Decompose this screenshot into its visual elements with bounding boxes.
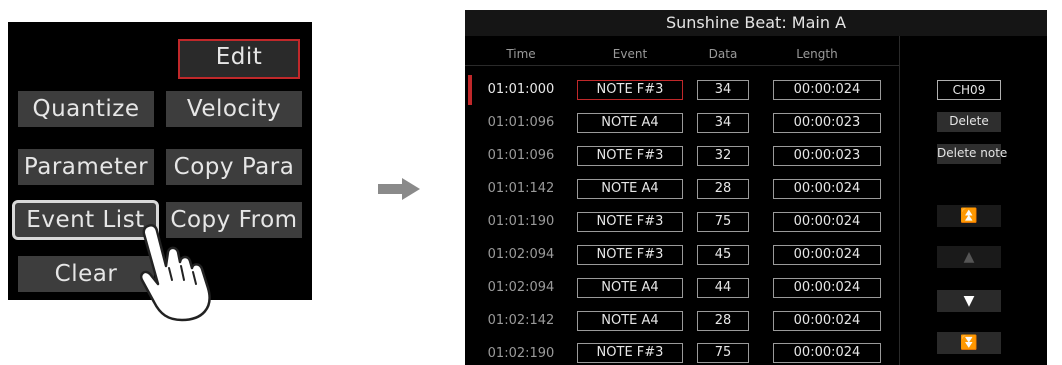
- time-cell: 01:02:142: [487, 313, 555, 328]
- column-header-time: Time: [506, 47, 536, 61]
- event-field[interactable]: NOTE F#3: [577, 343, 683, 363]
- length-field[interactable]: 00:00:024: [773, 311, 881, 331]
- column-header-event: Event: [612, 47, 648, 61]
- event-list-screen: Sunshine Beat: Main A Time Event Data Le…: [465, 10, 1047, 365]
- data-field[interactable]: 75: [697, 212, 749, 232]
- quantize-button[interactable]: Quantize: [18, 91, 154, 127]
- delete-button[interactable]: Delete: [937, 112, 1001, 132]
- clear-button[interactable]: Clear: [18, 256, 154, 292]
- edit-button[interactable]: Edit: [178, 39, 300, 79]
- time-cell: 01:01:190: [487, 214, 555, 229]
- page-up-icon: ⏫: [960, 208, 978, 224]
- copy-para-button[interactable]: Copy Para: [166, 149, 302, 185]
- page-up-button[interactable]: ⏫: [937, 205, 1001, 227]
- time-cell: 01:01:096: [487, 148, 555, 163]
- event-field[interactable]: NOTE F#3: [577, 212, 683, 232]
- page-down-icon: ⏬: [960, 335, 978, 351]
- time-cell: 01:02:094: [487, 247, 555, 262]
- header-divider: [465, 65, 899, 66]
- velocity-button[interactable]: Velocity: [166, 91, 302, 127]
- length-field[interactable]: 00:00:024: [773, 80, 881, 100]
- down-button[interactable]: ▼: [937, 290, 1001, 312]
- column-header-length: Length: [796, 47, 838, 61]
- data-field[interactable]: 75: [697, 343, 749, 363]
- up-icon: ▲: [963, 249, 975, 265]
- time-cell: 01:01:096: [487, 115, 555, 130]
- data-field[interactable]: 34: [697, 113, 749, 133]
- column-header-data: Data: [708, 47, 738, 61]
- data-field[interactable]: 34: [697, 80, 749, 100]
- time-cell: 01:01:000: [487, 82, 555, 97]
- delete-note-button[interactable]: Delete note: [937, 144, 1007, 164]
- time-cell: 01:01:142: [487, 181, 555, 196]
- edit-menu-panel: Edit Quantize Velocity Parameter Copy Pa…: [8, 22, 312, 322]
- screen-title: Sunshine Beat: Main A: [465, 10, 1047, 36]
- event-field[interactable]: NOTE F#3: [577, 80, 683, 100]
- data-field[interactable]: 28: [697, 311, 749, 331]
- event-field[interactable]: NOTE A4: [577, 179, 683, 199]
- time-cell: 01:02:094: [487, 280, 555, 295]
- event-field[interactable]: NOTE A4: [577, 113, 683, 133]
- length-field[interactable]: 00:00:024: [773, 212, 881, 232]
- event-field[interactable]: NOTE A4: [577, 278, 683, 298]
- data-field[interactable]: 32: [697, 146, 749, 166]
- parameter-button[interactable]: Parameter: [18, 149, 154, 185]
- up-button[interactable]: ▲: [937, 246, 1001, 268]
- side-panel-divider: [899, 36, 900, 365]
- time-cell: 01:02:190: [487, 346, 555, 361]
- down-icon: ▼: [963, 293, 975, 309]
- selected-row-marker: [468, 75, 472, 105]
- data-field[interactable]: 45: [697, 245, 749, 265]
- event-list-button[interactable]: Event List: [12, 200, 159, 240]
- event-field[interactable]: NOTE F#3: [577, 245, 683, 265]
- length-field[interactable]: 00:00:023: [773, 113, 881, 133]
- page-down-button[interactable]: ⏬: [937, 332, 1001, 354]
- data-field[interactable]: 44: [697, 278, 749, 298]
- length-field[interactable]: 00:00:024: [773, 278, 881, 298]
- length-field[interactable]: 00:00:023: [773, 146, 881, 166]
- length-field[interactable]: 00:00:024: [773, 245, 881, 265]
- right-arrow-icon: [378, 178, 420, 200]
- pointing-hand-icon: [140, 223, 211, 322]
- event-field[interactable]: NOTE A4: [577, 311, 683, 331]
- data-field[interactable]: 28: [697, 179, 749, 199]
- event-field[interactable]: NOTE F#3: [577, 146, 683, 166]
- length-field[interactable]: 00:00:024: [773, 343, 881, 363]
- channel-button[interactable]: CH09: [937, 80, 1001, 100]
- length-field[interactable]: 00:00:024: [773, 179, 881, 199]
